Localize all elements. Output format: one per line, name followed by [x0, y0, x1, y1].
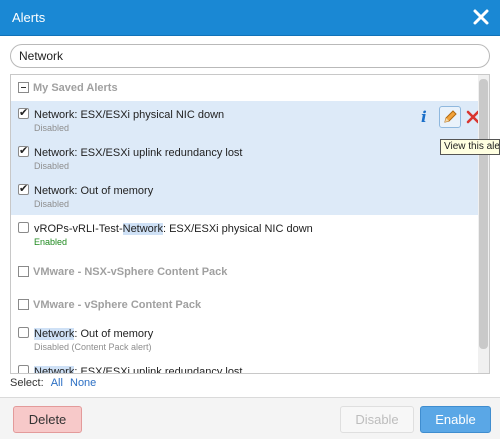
edit-pencil-icon[interactable]: [439, 106, 461, 128]
select-bar: Select: All None: [10, 377, 96, 389]
row-checkbox[interactable]: [18, 365, 29, 373]
dialog-titlebar: Alerts: [0, 0, 500, 36]
group-checkbox[interactable]: [18, 299, 29, 310]
group-label: My Saved Alerts: [33, 82, 118, 94]
dialog-title: Alerts: [12, 10, 46, 25]
enable-button[interactable]: Enable: [420, 406, 491, 433]
row-checkbox[interactable]: [18, 144, 29, 157]
alert-name: Network: ESX/ESXi uplink redundancy lost: [34, 366, 243, 373]
alerts-list: My Saved Alerts Network: ESX/ESXi physic…: [10, 74, 490, 374]
search-highlight: Network: [122, 223, 163, 235]
group-my-saved-alerts[interactable]: My Saved Alerts: [11, 75, 479, 101]
dialog-footer: Delete Disable Enable: [0, 397, 500, 439]
alert-row[interactable]: Network: Out of memory Disabled: [11, 177, 479, 215]
row-checkbox[interactable]: [18, 222, 29, 233]
alert-row[interactable]: Network: ESX/ESXi uplink redundancy lost: [11, 358, 479, 373]
group-checkbox[interactable]: [18, 266, 29, 277]
alert-status: Enabled: [34, 237, 68, 247]
row-checkbox[interactable]: [18, 182, 29, 195]
alert-status: Disabled: [34, 199, 70, 209]
group-vsphere-content-pack[interactable]: VMware - vSphere Content Pack: [11, 292, 479, 318]
alert-row[interactable]: Network: Out of memory Disabled (Content…: [11, 320, 479, 358]
alert-name: vROPs-vRLI-Test-Network: ESX/ESXi physic…: [34, 223, 313, 235]
alert-row[interactable]: Network: ESX/ESXi physical NIC down Disa…: [11, 101, 480, 139]
row-checkbox[interactable]: [18, 327, 29, 338]
select-all-link[interactable]: All: [51, 377, 63, 389]
info-icon[interactable]: i: [421, 108, 433, 126]
search-input[interactable]: [10, 44, 490, 68]
disable-button[interactable]: Disable: [340, 406, 414, 433]
search-highlight: Network: [34, 366, 75, 373]
select-none-link[interactable]: None: [70, 377, 96, 389]
alert-name: Network: ESX/ESXi physical NIC down: [34, 109, 225, 121]
row-checkbox[interactable]: [18, 106, 29, 119]
list-scrollbar[interactable]: [478, 75, 489, 373]
search-highlight: Network: [34, 328, 75, 340]
alert-name: Network: ESX/ESXi uplink redundancy lost: [34, 147, 243, 159]
select-label: Select:: [10, 377, 44, 389]
alert-status: Disabled: [34, 123, 70, 133]
group-label: VMware - NSX-vSphere Content Pack: [33, 266, 228, 278]
alert-name: Network: Out of memory: [34, 185, 154, 197]
group-checkbox[interactable]: [18, 82, 29, 93]
tooltip: View this ale: [440, 139, 500, 155]
alert-row[interactable]: vROPs-vRLI-Test-Network: ESX/ESXi physic…: [11, 215, 479, 253]
group-nsx-content-pack[interactable]: VMware - NSX-vSphere Content Pack: [11, 259, 479, 285]
group-label: VMware - vSphere Content Pack: [33, 299, 202, 311]
alert-name: Network: Out of memory: [34, 328, 154, 340]
alert-row[interactable]: Network: ESX/ESXi uplink redundancy lost…: [11, 139, 479, 177]
alert-status: Disabled (Content Pack alert): [34, 342, 152, 352]
alert-status: Disabled: [34, 161, 70, 171]
close-icon[interactable]: [472, 8, 490, 26]
scroll-thumb[interactable]: [479, 79, 488, 349]
delete-button[interactable]: Delete: [13, 406, 82, 433]
